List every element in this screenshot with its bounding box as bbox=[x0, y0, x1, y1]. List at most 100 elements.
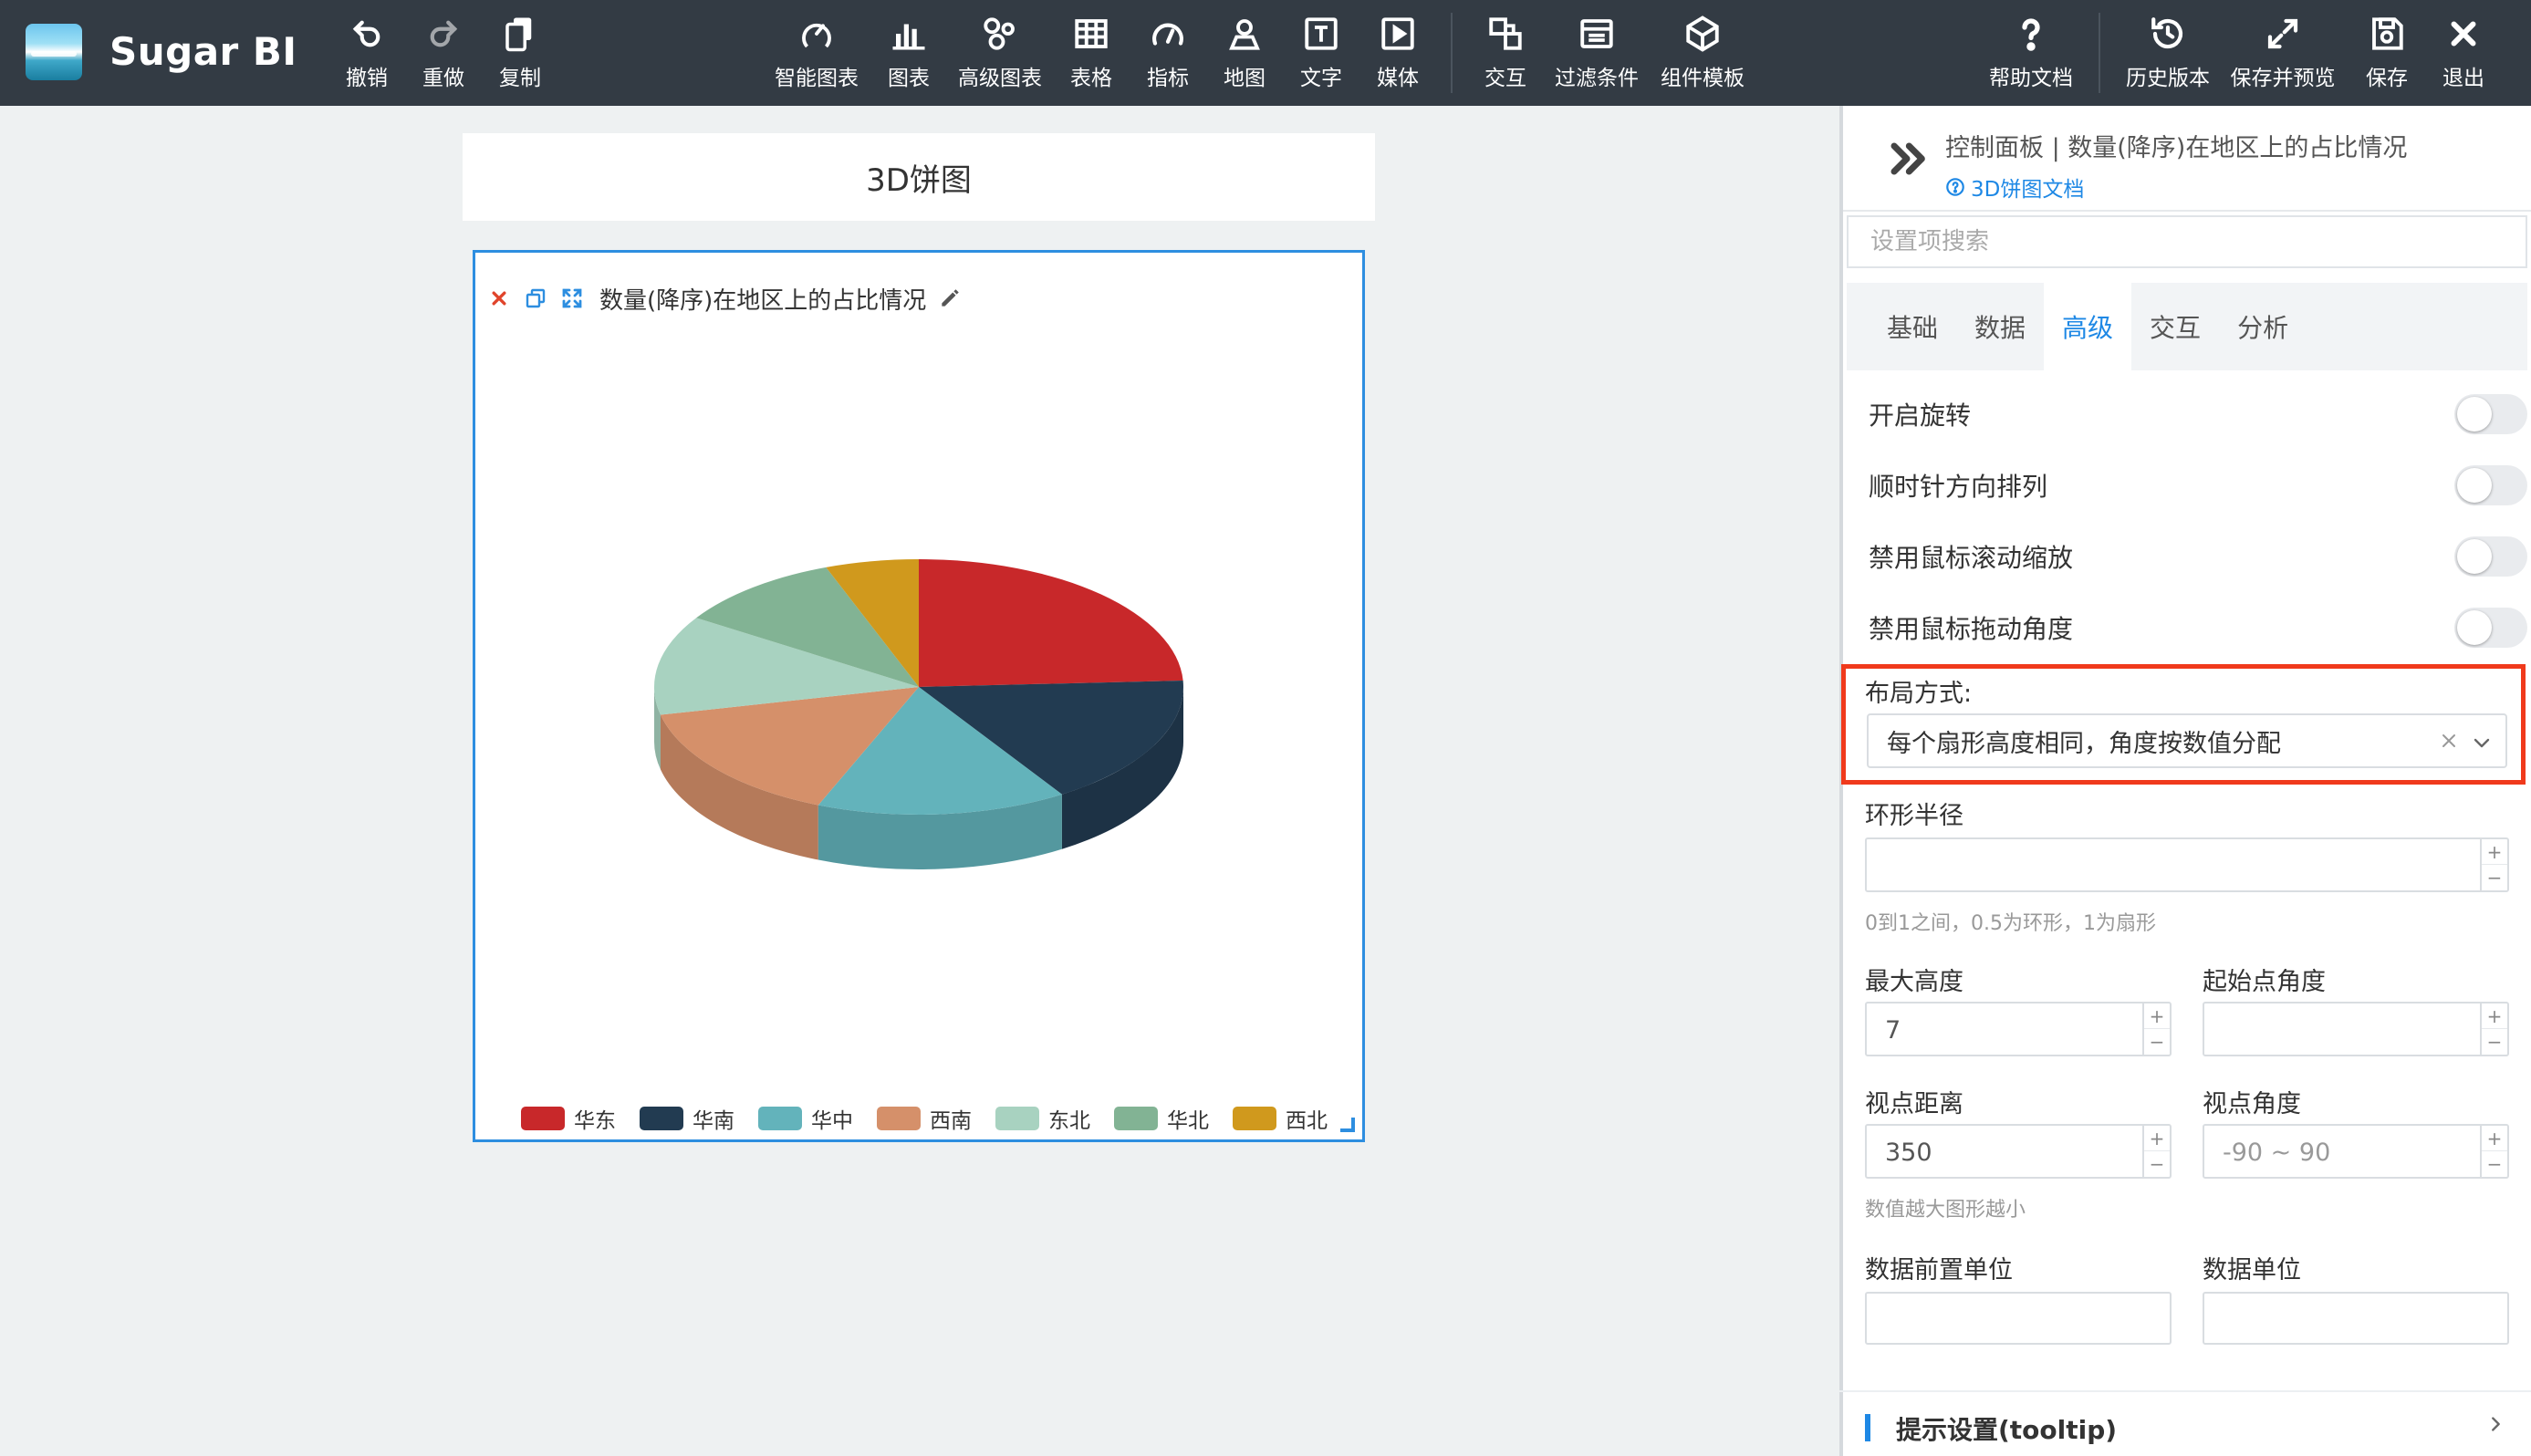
tab-interaction[interactable]: 交互 bbox=[2131, 283, 2219, 370]
tab-basic[interactable]: 基础 bbox=[1869, 283, 1956, 370]
legend-item[interactable]: 华东 bbox=[521, 1103, 616, 1134]
decrement-button[interactable]: − bbox=[2482, 1151, 2507, 1177]
max-height-input[interactable]: 7 + − bbox=[1865, 1002, 2172, 1056]
interaction-button[interactable]: 交互 bbox=[1480, 0, 1531, 106]
settings-search-input[interactable] bbox=[1847, 215, 2527, 268]
ring-radius-label: 环形半径 bbox=[1865, 802, 1963, 830]
bar-chart-icon bbox=[892, 24, 925, 50]
dashboard-title[interactable]: 3D饼图 bbox=[463, 133, 1375, 221]
map-button[interactable]: 地图 bbox=[1219, 0, 1270, 106]
legend-item[interactable]: 西北 bbox=[1233, 1103, 1328, 1134]
unit-input[interactable] bbox=[2203, 1292, 2509, 1345]
decrement-button[interactable]: − bbox=[2482, 1029, 2507, 1055]
disable-wheel-zoom-toggle[interactable] bbox=[2454, 536, 2527, 577]
ring-radius-input[interactable]: + − bbox=[1865, 837, 2509, 892]
advanced-chart-label: 高级图表 bbox=[958, 67, 1042, 90]
tab-data[interactable]: 数据 bbox=[1956, 283, 2044, 370]
increment-button[interactable]: + bbox=[2482, 1004, 2507, 1029]
toolbar-divider bbox=[1451, 13, 1453, 93]
double-chevron-right-icon bbox=[1890, 142, 1925, 175]
indicator-button[interactable]: 指标 bbox=[1142, 0, 1193, 106]
collapse-panel-button[interactable] bbox=[1881, 133, 1932, 184]
top-toolbar: Sugar BI 撤销 重做 复制 智能图表 图表 高级图表 表格 指标 地图 … bbox=[0, 0, 2531, 106]
help-label: 帮助文档 bbox=[1989, 67, 2073, 90]
chart-legend: 华东 华南 华中 西南 东北 华北 西北 bbox=[521, 1103, 1328, 1134]
table-button[interactable]: 表格 bbox=[1066, 0, 1117, 106]
layout-select[interactable]: 每个扇形高度相同，角度按数值分配 bbox=[1867, 713, 2507, 768]
legend-label: 华东 bbox=[574, 1109, 616, 1133]
pie-slice-华东[interactable] bbox=[919, 559, 1183, 687]
chart-widget[interactable]: 数量(降序)在地区上的占比情况 华东 华南 华中 西南 东北 华北 西北 bbox=[473, 250, 1365, 1142]
legend-swatch bbox=[1114, 1107, 1158, 1130]
section-accent-bar bbox=[1865, 1414, 1870, 1441]
app-name: Sugar BI bbox=[109, 29, 297, 74]
advanced-chart-button[interactable]: 高级图表 bbox=[954, 0, 1046, 106]
tooltip-section-header[interactable]: 提示设置(tooltip) bbox=[1839, 1390, 2531, 1456]
chart-label: 图表 bbox=[888, 67, 930, 90]
history-label: 历史版本 bbox=[2126, 67, 2210, 90]
legend-item[interactable]: 华中 bbox=[758, 1103, 853, 1134]
history-icon bbox=[2151, 17, 2183, 49]
toggle-row: 禁用鼠标滚动缩放 bbox=[1869, 529, 2527, 584]
exit-button[interactable]: 退出 bbox=[2438, 0, 2489, 106]
start-angle-label: 起始点角度 bbox=[2203, 968, 2326, 996]
prefix-unit-input[interactable] bbox=[1865, 1292, 2172, 1345]
view-angle-input[interactable]: -90 ~ 90 + − bbox=[2203, 1124, 2509, 1179]
legend-item[interactable]: 东北 bbox=[995, 1103, 1090, 1134]
question-circle-icon bbox=[1946, 178, 1964, 196]
template-label: 组件模板 bbox=[1661, 67, 1745, 90]
doc-link[interactable]: 3D饼图文档 bbox=[1945, 172, 2084, 203]
undo-button[interactable]: 撤销 bbox=[339, 0, 394, 106]
start-angle-input[interactable]: + − bbox=[2203, 1002, 2509, 1056]
toggle-label: 顺时针方向排列 bbox=[1869, 472, 2048, 502]
history-button[interactable]: 历史版本 bbox=[2122, 0, 2213, 106]
increment-button[interactable]: + bbox=[2482, 839, 2507, 865]
clear-icon[interactable] bbox=[2438, 730, 2460, 752]
filter-button[interactable]: 过滤条件 bbox=[1551, 0, 1642, 106]
increment-button[interactable]: + bbox=[2144, 1126, 2170, 1151]
copy-button[interactable]: 复制 bbox=[493, 0, 547, 106]
toolbar-divider bbox=[2099, 13, 2100, 93]
view-distance-input[interactable]: 350 + − bbox=[1865, 1124, 2172, 1179]
increment-button[interactable]: + bbox=[2144, 1004, 2170, 1029]
max-height-value: 7 bbox=[1885, 1016, 1901, 1045]
text-button[interactable]: 文字 bbox=[1296, 0, 1347, 106]
resize-handle[interactable] bbox=[1340, 1118, 1355, 1132]
advanced-chart-icon bbox=[984, 17, 1015, 50]
media-icon bbox=[1381, 17, 1414, 50]
smart-chart-button[interactable]: 智能图表 bbox=[771, 0, 862, 106]
interaction-icon bbox=[1489, 17, 1522, 50]
decrement-button[interactable]: − bbox=[2144, 1151, 2170, 1177]
template-button[interactable]: 组件模板 bbox=[1657, 0, 1748, 106]
ring-radius-hint: 0到1之间，0.5为环形，1为扇形 bbox=[1865, 912, 2156, 935]
legend-label: 华南 bbox=[693, 1109, 734, 1133]
tab-analysis[interactable]: 分析 bbox=[2219, 283, 2307, 370]
view-distance-value: 350 bbox=[1885, 1139, 1932, 1167]
help-button[interactable]: 帮助文档 bbox=[1985, 0, 2077, 106]
decrement-button[interactable]: − bbox=[2482, 865, 2507, 890]
decrement-button[interactable]: − bbox=[2144, 1029, 2170, 1055]
enable-rotation-toggle[interactable] bbox=[2454, 394, 2527, 434]
legend-item[interactable]: 华南 bbox=[640, 1103, 734, 1134]
redo-button[interactable]: 重做 bbox=[416, 0, 471, 106]
save-preview-button[interactable]: 保存并预览 bbox=[2226, 0, 2339, 106]
legend-swatch bbox=[1233, 1107, 1276, 1130]
clockwise-toggle[interactable] bbox=[2454, 465, 2527, 505]
tab-advanced[interactable]: 高级 bbox=[2044, 283, 2132, 370]
save-label: 保存 bbox=[2366, 67, 2408, 90]
toggle-row: 顺时针方向排列 bbox=[1869, 458, 2527, 513]
pie-chart-3d[interactable] bbox=[475, 253, 1362, 1074]
disable-drag-angle-toggle[interactable] bbox=[2454, 608, 2527, 648]
legend-item[interactable]: 西南 bbox=[877, 1103, 972, 1134]
expand-icon bbox=[2267, 18, 2298, 49]
save-button[interactable]: 保存 bbox=[2361, 0, 2412, 106]
increment-button[interactable]: + bbox=[2482, 1126, 2507, 1151]
template-icon bbox=[1686, 16, 1719, 52]
chart-button[interactable]: 图表 bbox=[883, 0, 934, 106]
number-stepper: + − bbox=[2480, 1004, 2507, 1055]
panel-header: 控制面板 | 数量(降序)在地区上的占比情况 3D饼图文档 bbox=[1843, 106, 2531, 212]
help-icon bbox=[2022, 18, 2040, 51]
legend-item[interactable]: 华北 bbox=[1114, 1103, 1209, 1134]
exit-label: 退出 bbox=[2442, 67, 2484, 90]
media-button[interactable]: 媒体 bbox=[1372, 0, 1423, 106]
